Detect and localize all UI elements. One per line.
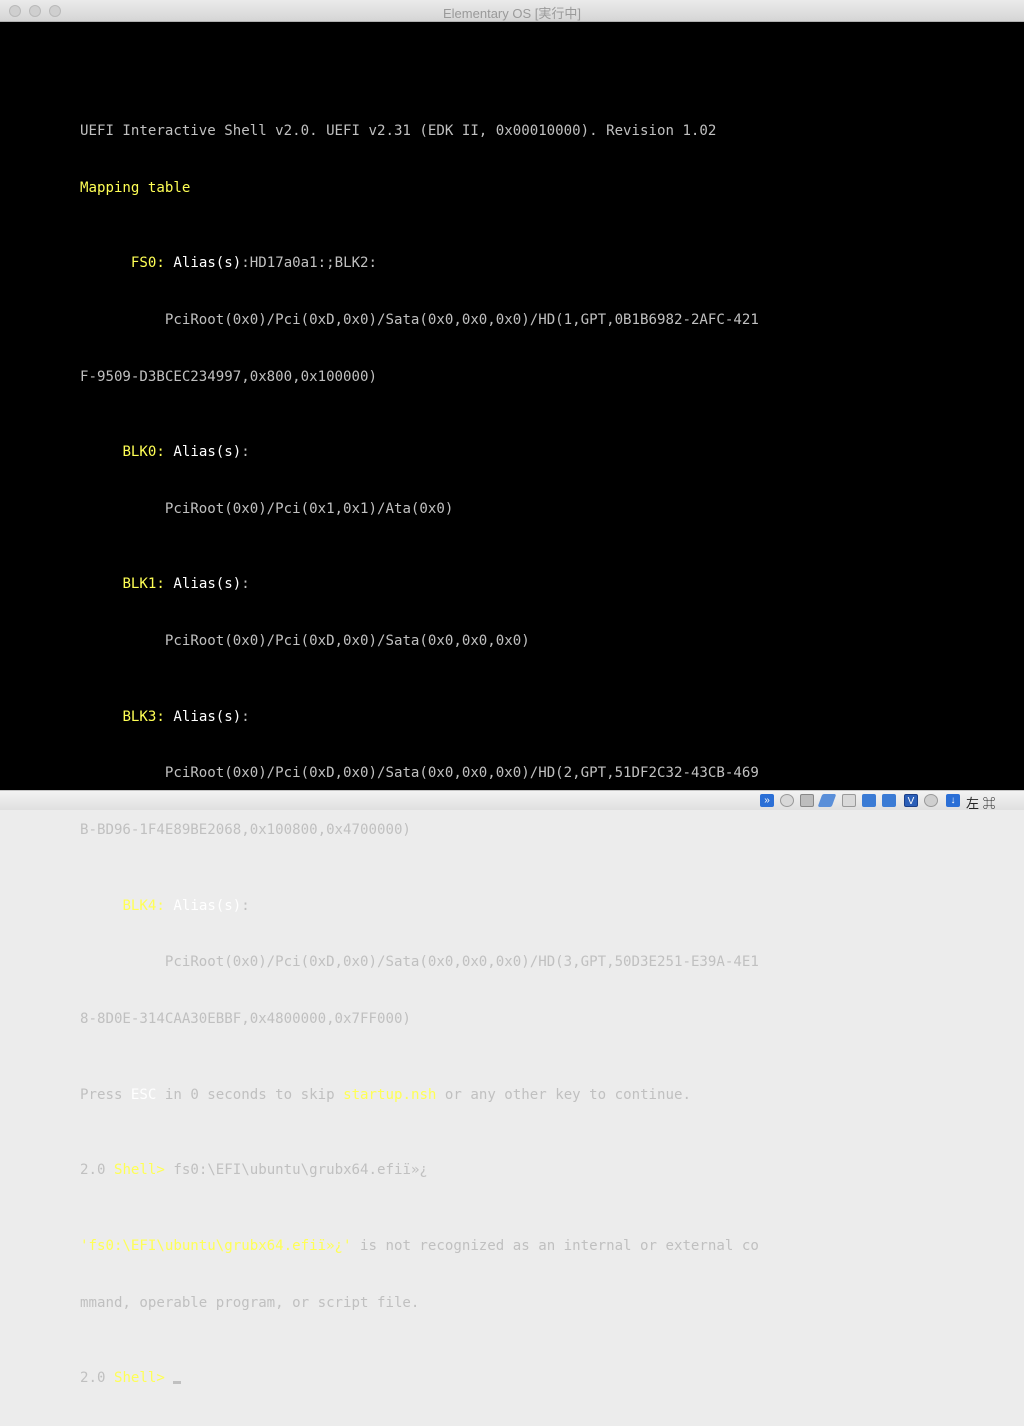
- blk3-alias-line: BLK3: Alias(s):: [122, 708, 250, 725]
- blk0-path-line: PciRoot(0x0)/Pci(0x1,0x1)/Ata(0x0): [164, 500, 454, 517]
- usb-icon[interactable]: [817, 794, 837, 807]
- blk4-path-line-1: PciRoot(0x0)/Pci(0xD,0x0)/Sata(0x0,0x0,0…: [164, 954, 759, 971]
- storage-icon[interactable]: »: [760, 794, 774, 807]
- optical-icon[interactable]: [780, 794, 794, 807]
- startup-prompt-line: Press ESC in 0 seconds to skip startup.n…: [80, 1086, 691, 1103]
- fs0-path-line-1: PciRoot(0x0)/Pci(0xD,0x0)/Sata(0x0,0x0,0…: [164, 311, 759, 328]
- blk0-label: BLK0:: [122, 444, 165, 461]
- audio-icon[interactable]: [800, 794, 814, 807]
- mapping-table-title: Mapping table: [80, 179, 191, 196]
- active-prompt-line[interactable]: 2.0 Shell>: [80, 1369, 759, 1388]
- blk3-label: BLK3:: [122, 708, 165, 725]
- mouse-integration-icon[interactable]: ↓: [946, 794, 960, 807]
- fs0-alias-value: :HD17a0a1:;BLK2:: [241, 255, 378, 272]
- text-cursor: [173, 1381, 182, 1385]
- shell-header: UEFI Interactive Shell v2.0. UEFI v2.31 …: [80, 122, 717, 139]
- entered-command: fs0:\EFI\ubuntu\grubx64.efiï»¿: [164, 1162, 428, 1179]
- shared-folder-icon[interactable]: [842, 794, 856, 807]
- vm-window: Elementary OS [実行中] UEFI Interactive She…: [0, 0, 1024, 1386]
- window-title: Elementary OS [実行中]: [443, 6, 581, 21]
- blk3-path-line-1: PciRoot(0x0)/Pci(0xD,0x0)/Sata(0x0,0x0,0…: [164, 765, 759, 782]
- vm-status-bar: » V ↓ 左 ⌘: [0, 790, 1024, 811]
- blk4-path-line-2: 8-8D0E-314CAA30EBBF,0x4800000,0x7FF000): [80, 1011, 411, 1028]
- uefi-shell-output: UEFI Interactive Shell v2.0. UEFI v2.31 …: [80, 84, 759, 1426]
- blk1-label: BLK1:: [122, 576, 165, 593]
- blk0-alias-line: BLK0: Alias(s):: [122, 444, 250, 461]
- error-line-1: 'fs0:\EFI\ubuntu\grubx64.efiï»¿' is not …: [80, 1238, 759, 1255]
- fs0-path-line-2: F-9509-D3BCEC234997,0x800,0x100000): [80, 368, 377, 385]
- title-bar[interactable]: Elementary OS [実行中]: [0, 0, 1024, 22]
- network-icon[interactable]: [882, 794, 896, 807]
- blk1-path-line: PciRoot(0x0)/Pci(0xD,0x0)/Sata(0x0,0x0,0…: [164, 633, 530, 650]
- fs0-alias-line: FS0: Alias(s):HD17a0a1:;BLK2:: [80, 254, 759, 273]
- blk4-alias-line: BLK4: Alias(s):: [122, 897, 250, 914]
- command-line: 2.0 Shell> fs0:\EFI\ubuntu\grubx64.efiï»…: [80, 1162, 428, 1179]
- host-key-label: 左 ⌘: [966, 796, 996, 811]
- blk3-path-line-2: B-BD96-1F4E89BE2068,0x100800,0x4700000): [80, 822, 411, 839]
- shell-prompt: Shell>: [113, 1162, 165, 1179]
- video-capture-icon[interactable]: V: [904, 794, 918, 807]
- display-icon[interactable]: [862, 794, 876, 807]
- blk4-label: BLK4:: [122, 897, 165, 914]
- fs0-alias: Alias(s): [173, 255, 242, 272]
- fs0-label: FS0:: [130, 255, 165, 272]
- error-line-2: mmand, operable program, or script file.: [80, 1294, 420, 1311]
- blk1-alias-line: BLK1: Alias(s):: [122, 576, 250, 593]
- recording-icon[interactable]: [924, 794, 938, 807]
- vm-screen[interactable]: UEFI Interactive Shell v2.0. UEFI v2.31 …: [0, 22, 1024, 1386]
